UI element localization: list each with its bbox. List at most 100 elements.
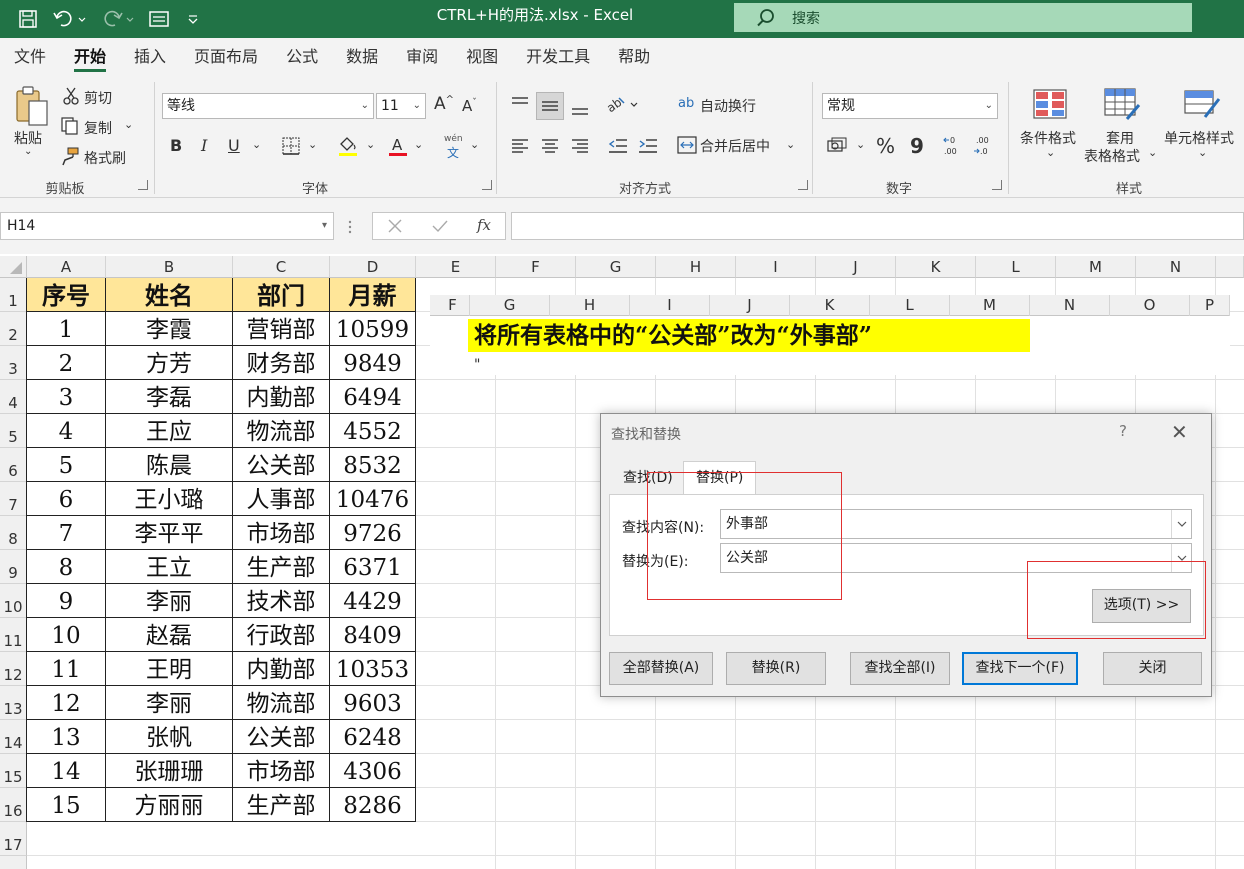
cell-dept[interactable]: 人事部 [233, 482, 330, 516]
align-bottom-icon[interactable] [568, 96, 592, 120]
cell-name[interactable]: 王应 [106, 414, 233, 448]
row-header-14[interactable]: 14 [0, 720, 27, 754]
phonetic-guide-icon[interactable]: 文 [447, 144, 459, 161]
fill-color-icon[interactable] [336, 134, 360, 158]
column-header-f[interactable]: F [496, 256, 576, 278]
cell-salary[interactable]: 10353 [330, 652, 416, 686]
table-header-dept[interactable]: 部门 [233, 278, 330, 312]
column-header-m[interactable]: M [1056, 256, 1136, 278]
cell-dept[interactable]: 物流部 [233, 414, 330, 448]
tab-view[interactable]: 视图 [452, 38, 512, 76]
cell-salary[interactable]: 9726 [330, 516, 416, 550]
column-header-h[interactable]: H [656, 256, 736, 278]
tab-formulas[interactable]: 公式 [272, 38, 332, 76]
increase-font-size-icon[interactable]: A^ [434, 94, 454, 114]
table-header-seq[interactable]: 序号 [27, 278, 106, 312]
insert-function-button[interactable]: fx [477, 216, 491, 234]
font-launcher-icon[interactable] [482, 180, 492, 190]
chevron-down-icon[interactable]: ⌄ [1148, 146, 1157, 159]
conditional-format-button[interactable]: 条件格式 [1020, 128, 1076, 148]
number-format-select[interactable]: 常规 ⌄ [822, 93, 998, 119]
column-header-a[interactable]: A [27, 256, 106, 278]
cell-name[interactable]: 方芳 [106, 346, 233, 380]
tab-review[interactable]: 审阅 [392, 38, 452, 76]
increase-indent-icon[interactable] [636, 134, 660, 158]
cut-button[interactable]: 剪切 [84, 88, 112, 108]
clipboard-launcher-icon[interactable] [138, 180, 148, 190]
borders-icon[interactable] [280, 136, 302, 156]
cell-salary[interactable]: 10476 [330, 482, 416, 516]
chevron-down-icon[interactable]: ⌄ [366, 138, 375, 151]
cell-name[interactable]: 方丽丽 [106, 788, 233, 822]
form-icon[interactable] [146, 6, 172, 32]
column-header-i[interactable]: I [736, 256, 816, 278]
row-header-12[interactable]: 12 [0, 652, 27, 686]
cell-seq[interactable]: 3 [27, 380, 106, 414]
cell-salary[interactable]: 8409 [330, 618, 416, 652]
cancel-icon[interactable] [387, 218, 403, 238]
chevron-down-icon[interactable]: ⌄ [252, 138, 261, 151]
cell-salary[interactable]: 8532 [330, 448, 416, 482]
cell-seq[interactable]: 13 [27, 720, 106, 754]
align-center-icon[interactable] [538, 134, 562, 158]
accounting-format-icon[interactable] [826, 136, 850, 156]
help-button[interactable]: ? [1119, 422, 1127, 440]
cell-salary[interactable]: 10599 [330, 312, 416, 346]
row-header-10[interactable]: 10 [0, 584, 27, 618]
instruction-picture[interactable]: FGHIJKLMNOP 将所有表格中的“公关部”改为“外事部” " [430, 295, 1230, 375]
chevron-down-icon[interactable]: ⌄ [856, 138, 865, 151]
save-icon[interactable] [14, 6, 42, 32]
column-header-e[interactable]: E [416, 256, 496, 278]
replace-button[interactable]: 替换(R) [726, 652, 826, 685]
merge-center-icon[interactable] [676, 134, 698, 156]
chevron-down-icon[interactable] [1171, 510, 1191, 538]
row-header-17[interactable]: 17 [0, 822, 27, 856]
tab-insert[interactable]: 插入 [120, 38, 180, 76]
cell-salary[interactable]: 6371 [330, 550, 416, 584]
cell-seq[interactable]: 10 [27, 618, 106, 652]
conditional-format-icon[interactable] [1030, 86, 1070, 122]
enter-icon[interactable] [431, 218, 449, 238]
cell-name[interactable]: 王小璐 [106, 482, 233, 516]
table-header-salary[interactable]: 月薪 [330, 278, 416, 312]
decrease-font-size-icon[interactable]: Aˇ [462, 97, 477, 115]
cell-dept[interactable]: 生产部 [233, 550, 330, 584]
column-header-n[interactable]: N [1136, 256, 1216, 278]
comma-style-button[interactable]: 9 [910, 134, 924, 158]
cell-name[interactable]: 王明 [106, 652, 233, 686]
paste-icon[interactable] [12, 84, 52, 128]
tab-help[interactable]: 帮助 [604, 38, 664, 76]
row-header-11[interactable]: 11 [0, 618, 27, 652]
cell-seq[interactable]: 4 [27, 414, 106, 448]
row-header-1[interactable]: 1 [0, 278, 27, 312]
increase-decimal-icon[interactable]: 0.00 [942, 134, 966, 158]
column-header-c[interactable]: C [233, 256, 330, 278]
cell-name[interactable]: 王立 [106, 550, 233, 584]
format-painter-button[interactable]: 格式刷 [84, 148, 126, 168]
cell-seq[interactable]: 8 [27, 550, 106, 584]
close-icon[interactable]: ✕ [1171, 420, 1188, 444]
cell-salary[interactable]: 9849 [330, 346, 416, 380]
cell-styles-button[interactable]: 单元格样式 [1164, 128, 1234, 148]
row-header-15[interactable]: 15 [0, 754, 27, 788]
cell-seq[interactable]: 9 [27, 584, 106, 618]
format-painter-icon[interactable] [58, 146, 82, 166]
cell-salary[interactable]: 4429 [330, 584, 416, 618]
cell-salary[interactable]: 4552 [330, 414, 416, 448]
row-header-6[interactable]: 6 [0, 448, 27, 482]
row-header-4[interactable]: 4 [0, 380, 27, 414]
row-header-16[interactable]: 16 [0, 788, 27, 822]
format-as-table-icon[interactable] [1102, 86, 1142, 122]
cell-name[interactable]: 赵磊 [106, 618, 233, 652]
row-header-2[interactable]: 2 [0, 312, 27, 346]
find-next-button[interactable]: 查找下一个(F) [962, 652, 1078, 685]
more-options-icon[interactable] [348, 220, 352, 234]
formula-input[interactable] [511, 212, 1244, 240]
select-all-corner[interactable] [0, 256, 27, 278]
chevron-down-icon[interactable]: ⌄ [414, 138, 423, 151]
cell-seq[interactable]: 12 [27, 686, 106, 720]
cell-dept[interactable]: 技术部 [233, 584, 330, 618]
cell-seq[interactable]: 7 [27, 516, 106, 550]
cell-dept[interactable]: 市场部 [233, 516, 330, 550]
cell-seq[interactable]: 15 [27, 788, 106, 822]
